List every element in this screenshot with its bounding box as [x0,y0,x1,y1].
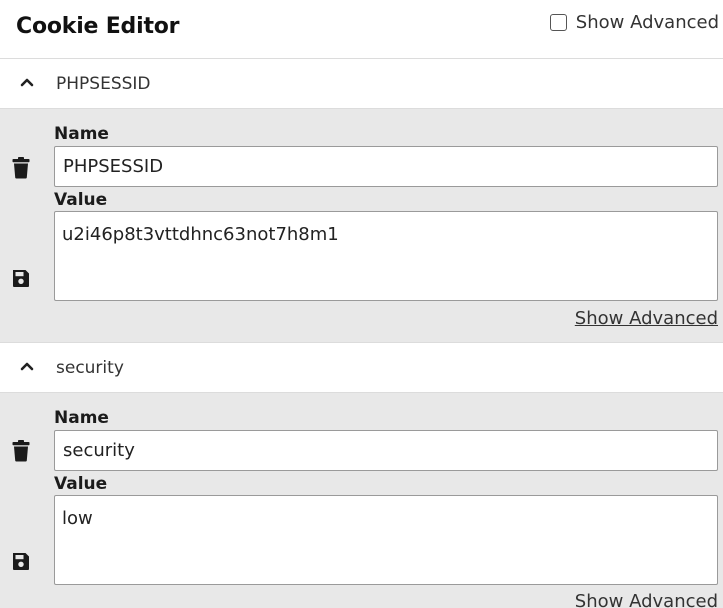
value-field-label: Value [54,474,108,494]
name-field-label: Name [54,124,109,144]
cookie-value-input[interactable]: u2i46p8t3vttdhnc63not7h8m1 [54,211,718,301]
show-advanced-link[interactable]: Show Advanced [575,308,718,329]
cookie-editor-app: Cookie Editor Show Advanced PHPSESSID Na… [0,0,723,608]
trash-icon[interactable] [11,157,31,179]
trash-icon[interactable] [11,440,31,462]
save-icon[interactable] [11,550,31,572]
cookie-header-phpsessid[interactable]: PHPSESSID [0,59,723,109]
name-field-label: Name [54,408,109,428]
cookie-header-security[interactable]: security [0,343,723,393]
title-bar: Cookie Editor Show Advanced [0,0,723,59]
cookie-panel-security: Name Value low Show Advanced [0,393,723,608]
save-icon[interactable] [11,267,31,289]
show-advanced-checkbox[interactable] [549,14,567,31]
cookie-name-input[interactable] [54,430,718,471]
value-field-label: Value [54,190,108,210]
cookie-name-heading: security [56,358,124,378]
cookie-value-input[interactable]: low [54,495,718,585]
cookie-panel-phpsessid: Name Value u2i46p8t3vttdhnc63not7h8m1 Sh… [0,109,723,343]
page-title: Cookie Editor [16,14,180,39]
show-advanced-label[interactable]: Show Advanced [576,12,719,33]
cookie-name-input[interactable] [54,146,718,187]
show-advanced-toggle[interactable]: Show Advanced [549,12,719,33]
chevron-up-icon[interactable] [20,360,34,372]
show-advanced-link[interactable]: Show Advanced [575,591,718,608]
chevron-up-icon[interactable] [20,76,34,88]
cookie-name-heading: PHPSESSID [56,74,151,94]
